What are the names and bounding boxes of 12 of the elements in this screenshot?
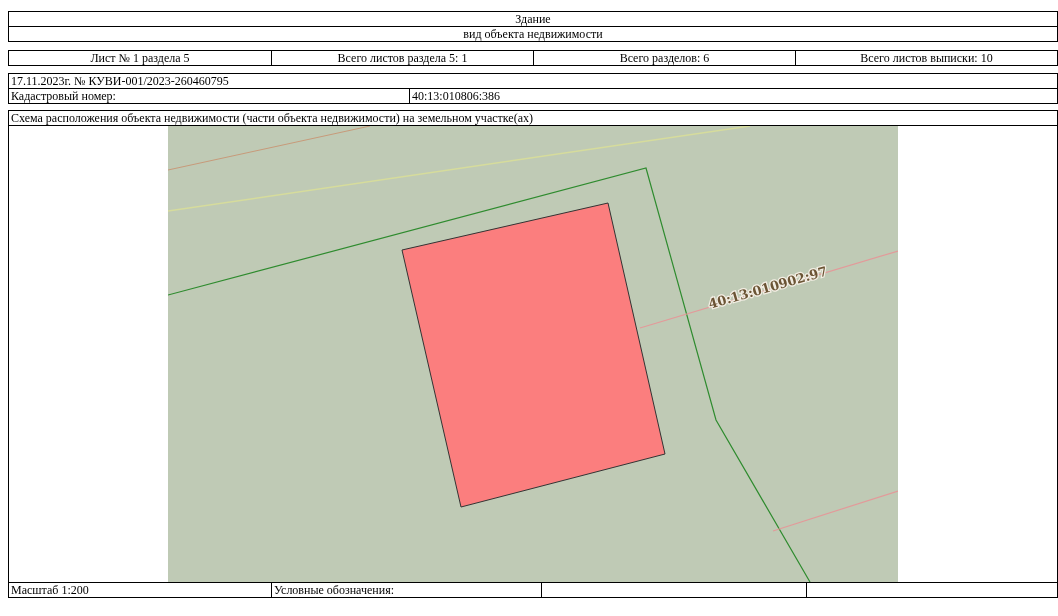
sheet-info: Всего листов раздела 5: 1 — [271, 51, 533, 65]
sheet-info: Всего разделов: 6 — [533, 51, 795, 65]
extract-number: 17.11.2023г. № КУВИ-001/2023-260460795 — [10, 74, 230, 88]
cadastral-label: Кадастровый номер: — [10, 89, 117, 103]
scheme-title: Схема расположения объекта недвижимости (части объекта недвижимости) на земельном участке(ах) — [10, 111, 534, 125]
sheet-info: Лист № 1 раздела 5 — [89, 51, 191, 65]
object-type: Здание — [514, 12, 552, 26]
sheet-info: Всего листов выписки: 10 — [795, 51, 1057, 65]
cadastral-number: 40:13:010806:386 — [409, 89, 1057, 103]
object-type-caption: вид объекта недвижимости — [462, 27, 604, 41]
legend-title: Условные обозначения: — [271, 583, 541, 597]
map-scale: Масштаб 1:200 — [10, 583, 90, 597]
